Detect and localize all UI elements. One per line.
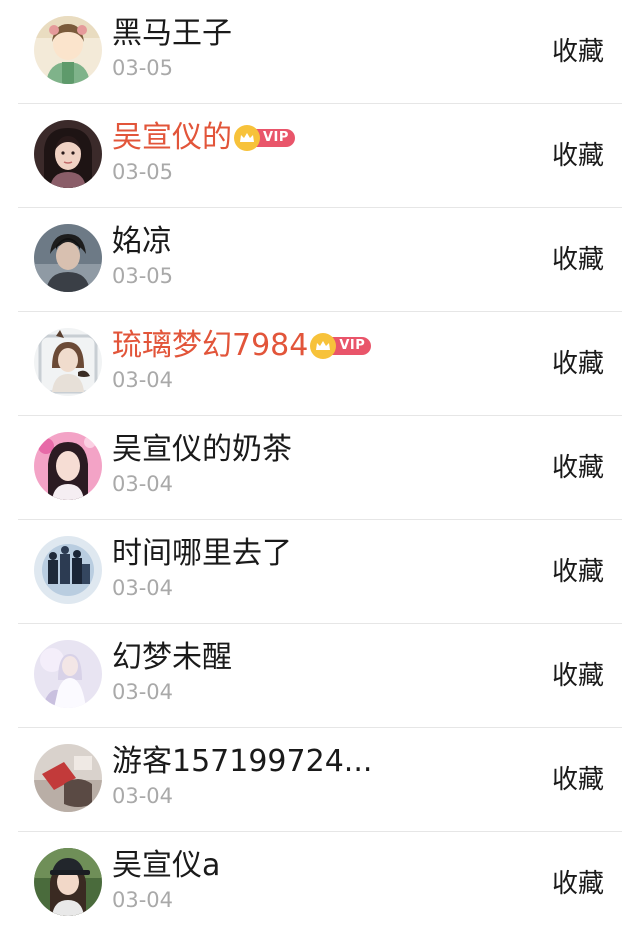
user-name[interactable]: 姳凉	[112, 222, 172, 262]
cartoon-girl-avatar[interactable]	[34, 16, 102, 84]
name-line: 吴宣仪a	[112, 846, 220, 886]
crown-icon	[234, 125, 260, 151]
vip-tag: VIP	[330, 337, 372, 355]
collect-date: 03-04	[112, 368, 174, 392]
pink-girl-avatar[interactable]	[34, 432, 102, 500]
collect-button[interactable]: 收藏	[552, 864, 604, 904]
user-name[interactable]: 黑马王子	[112, 14, 232, 54]
photo-avatar[interactable]	[34, 744, 102, 812]
name-line: 幻梦未醒	[112, 638, 232, 678]
list-item[interactable]: 游客157199724... 03-04 收藏	[0, 728, 640, 832]
list-item[interactable]: 琉璃梦幻7984 VIP 03-04 收藏	[0, 312, 640, 416]
user-name[interactable]: 吴宣仪a	[112, 846, 220, 886]
user-name[interactable]: 游客157199724...	[112, 742, 372, 782]
name-line: 时间哪里去了	[112, 534, 292, 574]
collect-user-list: 黑马王子 03-05 收藏 吴宣仪的 VIP 03-05 收藏 姳凉 03-05…	[0, 0, 640, 931]
list-item[interactable]: 黑马王子 03-05 收藏	[0, 0, 640, 104]
collect-date: 03-04	[112, 576, 174, 600]
girl-portrait-avatar[interactable]	[34, 120, 102, 188]
list-item[interactable]: 吴宣仪的 VIP 03-05 收藏	[0, 104, 640, 208]
name-line: 琉璃梦幻7984 VIP	[112, 326, 372, 366]
vip-badge: VIP	[310, 333, 372, 359]
name-line: 姳凉	[112, 222, 172, 262]
collect-button[interactable]: 收藏	[552, 760, 604, 800]
name-line: 游客157199724...	[112, 742, 372, 782]
name-line: 吴宣仪的 VIP	[112, 118, 295, 158]
collect-button[interactable]: 收藏	[552, 448, 604, 488]
user-name[interactable]: 吴宣仪的奶茶	[112, 430, 292, 470]
collect-button[interactable]: 收藏	[552, 136, 604, 176]
collect-date: 03-04	[112, 680, 174, 704]
dark-figures-avatar[interactable]	[34, 536, 102, 604]
user-name[interactable]: 时间哪里去了	[112, 534, 292, 574]
user-name[interactable]: 琉璃梦幻7984	[112, 326, 308, 366]
collect-button[interactable]: 收藏	[552, 552, 604, 592]
boy-portrait-avatar[interactable]	[34, 224, 102, 292]
cap-girl-avatar[interactable]	[34, 848, 102, 916]
collect-date: 03-05	[112, 264, 174, 288]
list-item[interactable]: 幻梦未醒 03-04 收藏	[0, 624, 640, 728]
collect-date: 03-05	[112, 56, 174, 80]
collect-button[interactable]: 收藏	[552, 240, 604, 280]
crown-icon	[310, 333, 337, 359]
collect-date: 03-05	[112, 160, 174, 184]
user-name[interactable]: 幻梦未醒	[112, 638, 232, 678]
list-item[interactable]: 吴宣仪的奶茶 03-04 收藏	[0, 416, 640, 520]
list-item[interactable]: 姳凉 03-05 收藏	[0, 208, 640, 312]
collect-date: 03-04	[112, 472, 174, 496]
list-item[interactable]: 吴宣仪a 03-04 收藏	[0, 832, 640, 931]
user-name[interactable]: 吴宣仪的	[112, 118, 232, 158]
collect-date: 03-04	[112, 784, 174, 808]
vip-badge: VIP	[234, 125, 295, 151]
collect-button[interactable]: 收藏	[552, 32, 604, 72]
vip-tag: VIP	[254, 129, 295, 147]
white-dress-girl-avatar[interactable]	[34, 640, 102, 708]
name-line: 黑马王子	[112, 14, 232, 54]
girl-with-bird-avatar[interactable]	[34, 328, 102, 396]
name-line: 吴宣仪的奶茶	[112, 430, 292, 470]
collect-button[interactable]: 收藏	[552, 344, 604, 384]
collect-button[interactable]: 收藏	[552, 656, 604, 696]
list-item[interactable]: 时间哪里去了 03-04 收藏	[0, 520, 640, 624]
collect-date: 03-04	[112, 888, 174, 912]
